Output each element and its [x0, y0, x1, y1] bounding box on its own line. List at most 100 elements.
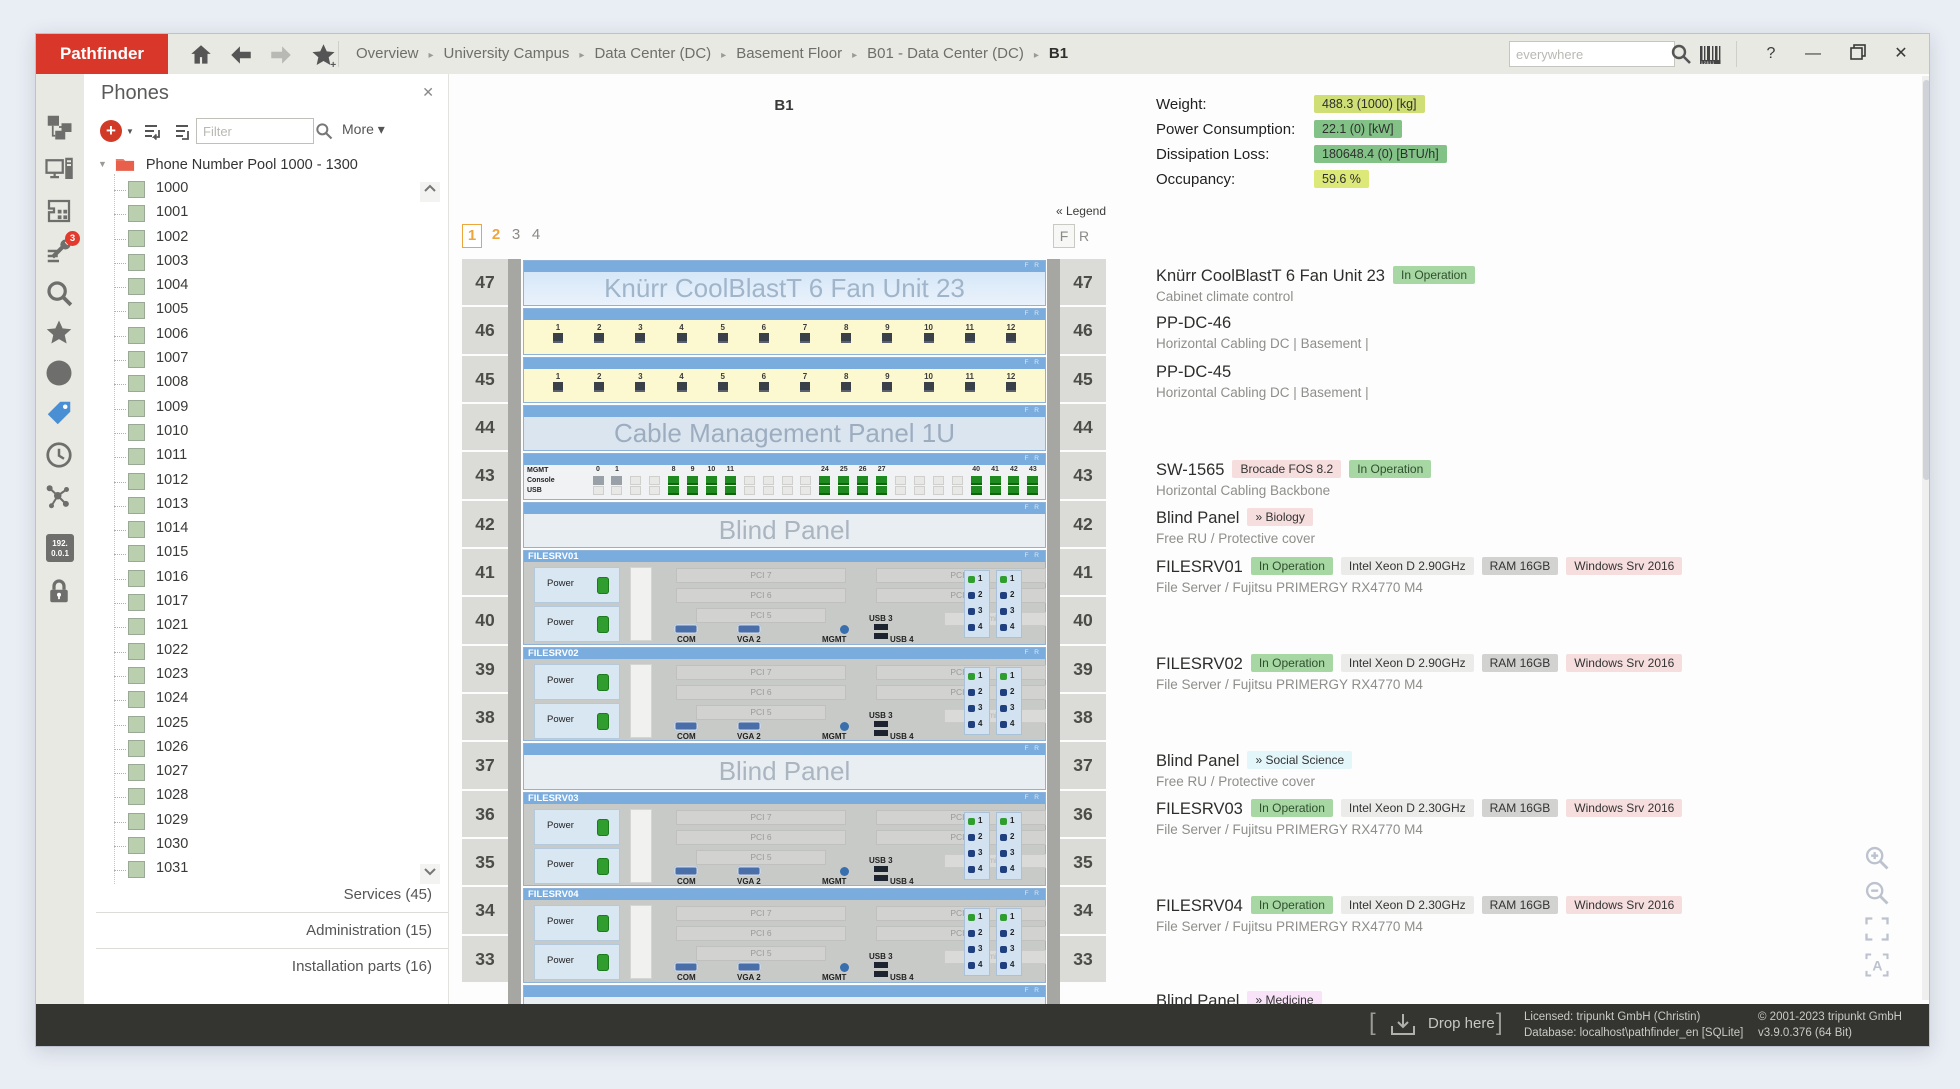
tree-item[interactable]: 1023 — [84, 664, 424, 688]
device-entry[interactable]: PP-DC-45 Horizontal Cabling DC | Basement… — [1156, 363, 1736, 400]
patch-port[interactable]: 1 — [550, 323, 566, 353]
switch-port[interactable]: 10 — [703, 466, 719, 497]
front-view-button[interactable]: F — [1053, 224, 1075, 248]
patch-port[interactable]: 3 — [632, 372, 648, 402]
main-scrollbar[interactable] — [1922, 76, 1929, 1000]
zoom-in-icon[interactable] — [1863, 844, 1891, 872]
device-entry[interactable]: SW-1565 Brocade FOS 8.2 In Operation Horizo… — [1156, 460, 1736, 498]
patch-port[interactable]: 8 — [838, 372, 854, 402]
patch-port[interactable]: 4 — [674, 372, 690, 402]
patch-port[interactable]: 8 — [838, 323, 854, 353]
rack-device-big[interactable]: F R Blind Panel — [523, 501, 1046, 548]
home-icon[interactable] — [188, 42, 214, 68]
tree-item[interactable]: 1012 — [84, 470, 424, 494]
tree-scroll-down[interactable] — [420, 864, 440, 884]
tree-item[interactable]: 1008 — [84, 372, 424, 396]
tree-item[interactable]: 1005 — [84, 299, 424, 323]
rack-config-tab[interactable]: 3 — [510, 224, 522, 246]
back-icon[interactable] — [228, 42, 254, 68]
device-title[interactable]: Knürr CoolBlastT 6 Fan Unit 23 — [1156, 267, 1385, 285]
rack-device-server[interactable]: FILESRV02 F R Power Power PCI 7 PCI 6 PCI 5 PCI… — [523, 646, 1046, 742]
close-button[interactable]: ✕ — [1889, 42, 1913, 66]
tree-item[interactable]: 1015 — [84, 542, 424, 566]
search-icon[interactable] — [1669, 42, 1695, 68]
power-supply[interactable]: Power — [534, 702, 620, 739]
collapse-all-icon[interactable] — [170, 120, 194, 144]
tree-item[interactable]: 1026 — [84, 737, 424, 761]
device-title[interactable]: PP-DC-46 — [1156, 314, 1231, 332]
switch-port[interactable] — [628, 466, 644, 497]
history-clock-icon[interactable] — [44, 440, 76, 472]
tree-item[interactable]: 1011 — [84, 445, 424, 469]
patch-port[interactable]: 2 — [591, 372, 607, 402]
patch-port[interactable]: 11 — [962, 323, 978, 353]
reports-pie-icon[interactable] — [44, 358, 76, 390]
patch-port[interactable]: 11 — [962, 372, 978, 402]
patch-port[interactable]: 6 — [756, 323, 772, 353]
device-title[interactable]: PP-DC-45 — [1156, 363, 1231, 381]
topology-icon[interactable] — [44, 482, 76, 514]
rack-device-patch[interactable]: F R 1 2 3 4 5 6 7 8 9 10 11 12 — [523, 308, 1046, 355]
tree-item[interactable]: 1030 — [84, 834, 424, 858]
device-entry[interactable]: FILESRV04 In Operation Intel Xeon D 2.30GH… — [1156, 896, 1736, 934]
scrollbar-thumb[interactable] — [1923, 80, 1929, 480]
device-title[interactable]: SW-1565 — [1156, 461, 1224, 479]
tree-item[interactable]: 1003 — [84, 251, 424, 275]
rack-config-tab[interactable]: 1 — [462, 224, 482, 248]
forward-icon[interactable] — [268, 42, 294, 68]
legend-toggle[interactable]: « Legend — [986, 204, 1106, 218]
patch-port[interactable]: 10 — [921, 323, 937, 353]
section-header[interactable]: Services (45) — [344, 886, 432, 903]
switch-port[interactable]: 43 — [1025, 466, 1041, 497]
switch-port[interactable] — [949, 466, 965, 497]
switch-port[interactable]: 40 — [968, 466, 984, 497]
device-entry[interactable]: FILESRV02 In Operation Intel Xeon D 2.90GH… — [1156, 654, 1736, 692]
breadcrumb-item[interactable]: Data Center (DC) — [594, 45, 711, 62]
switch-port[interactable]: 9 — [685, 466, 701, 497]
device-title[interactable]: FILESRV03 — [1156, 800, 1243, 818]
device-entry[interactable]: FILESRV03 In Operation Intel Xeon D 2.30GH… — [1156, 799, 1736, 837]
device-entry[interactable]: Blind Panel » Biology Free RU / Protective… — [1156, 508, 1736, 546]
patch-port[interactable]: 5 — [715, 323, 731, 353]
rack-device-big[interactable]: F R Knürr CoolBlastT 6 Fan Unit 23 — [523, 260, 1046, 307]
switch-port[interactable]: 11 — [722, 466, 738, 497]
rack-config-tab[interactable]: 4 — [530, 224, 542, 246]
patch-port[interactable]: 10 — [921, 372, 937, 402]
tags-icon[interactable] — [44, 398, 76, 430]
help-button[interactable]: ? — [1759, 42, 1783, 66]
switch-port[interactable]: 8 — [666, 466, 682, 497]
tree-item[interactable]: 1006 — [84, 324, 424, 348]
patch-port[interactable]: 2 — [591, 323, 607, 353]
switch-port[interactable]: 26 — [855, 466, 871, 497]
tree-item[interactable]: 1013 — [84, 494, 424, 518]
device-entry[interactable]: Blind Panel » Medicine — [1156, 991, 1736, 1004]
section-header[interactable]: Administration (15) — [306, 922, 432, 939]
tree-item[interactable]: 1027 — [84, 761, 424, 785]
device-title[interactable]: FILESRV01 — [1156, 558, 1243, 576]
tree-item[interactable]: 1002 — [84, 227, 424, 251]
switch-port[interactable]: 25 — [836, 466, 852, 497]
device-entry[interactable]: FILESRV01 In Operation Intel Xeon D 2.90GH… — [1156, 557, 1736, 595]
filter-search-icon[interactable] — [314, 121, 334, 141]
patch-port[interactable]: 9 — [879, 323, 895, 353]
hardware-icon[interactable] — [44, 154, 76, 186]
patch-port[interactable]: 12 — [1003, 372, 1019, 402]
patch-port[interactable]: 12 — [1003, 323, 1019, 353]
tree-scroll-up[interactable] — [420, 182, 440, 202]
switch-port[interactable]: 0 — [590, 466, 606, 497]
power-supply[interactable]: Power — [534, 663, 620, 700]
tree-item[interactable]: 1024 — [84, 688, 424, 712]
device-entry[interactable]: PP-DC-46 Horizontal Cabling DC | Basement… — [1156, 314, 1736, 351]
search-module-icon[interactable] — [44, 278, 76, 310]
tree-item[interactable]: 1031 — [84, 858, 424, 882]
breadcrumb-item[interactable]: B1 — [1049, 45, 1068, 62]
patch-port[interactable]: 4 — [674, 323, 690, 353]
device-title[interactable]: Blind Panel — [1156, 752, 1239, 770]
tree-item[interactable]: 1014 — [84, 518, 424, 542]
tasks-tools-icon[interactable]: 3 — [44, 231, 80, 268]
tree-item[interactable]: 1000 — [84, 178, 424, 202]
zoom-out-icon[interactable] — [1863, 879, 1891, 907]
tree-item[interactable]: 1022 — [84, 640, 424, 664]
device-title[interactable]: FILESRV02 — [1156, 655, 1243, 673]
drop-here-zone[interactable]: Drop here — [1428, 1015, 1495, 1032]
